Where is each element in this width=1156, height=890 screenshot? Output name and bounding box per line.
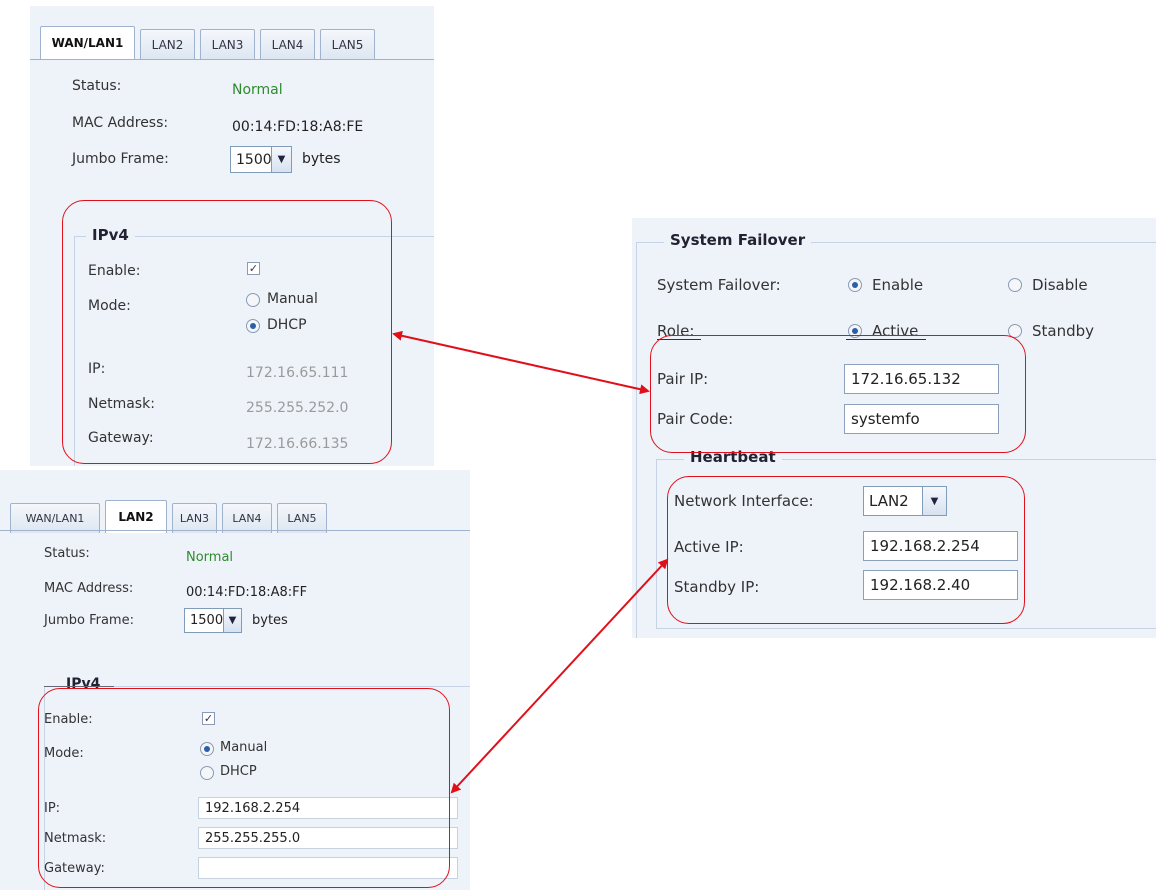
jumbo-frame-value: 1500 [230, 146, 272, 173]
heartbeat-fieldset-border [656, 459, 657, 629]
tab-divider [0, 530, 470, 531]
mac-address-value: 00:14:FD:18:A8:FE [232, 119, 364, 135]
mac-address-label: MAC Address: [72, 115, 169, 131]
tab-divider [30, 59, 434, 60]
tab-lan4[interactable]: LAN4 [222, 503, 272, 533]
failover-disable-label: Disable [1032, 276, 1088, 294]
chevron-down-icon[interactable]: ▼ [224, 608, 242, 633]
jumbo-frame-unit: bytes [302, 151, 341, 167]
status-value: Normal [186, 550, 234, 565]
tab-lan3[interactable]: LAN3 [172, 503, 217, 533]
jumbo-frame-unit: bytes [252, 613, 288, 628]
failover-enable-radio[interactable] [848, 278, 862, 292]
chevron-down-icon[interactable]: ▼ [272, 146, 292, 173]
tab-bar: WAN/LAN1 LAN2 LAN3 LAN4 LAN5 [40, 26, 380, 59]
ipv4-highlight-box [62, 200, 392, 464]
tab-lan2[interactable]: LAN2 [140, 29, 195, 59]
jumbo-frame-select[interactable]: 1500 ▼ [230, 146, 292, 173]
status-label: Status: [44, 546, 90, 561]
legend-strikethrough [44, 686, 114, 687]
tab-lan5[interactable]: LAN5 [277, 503, 327, 533]
jumbo-frame-label: Jumbo Frame: [44, 613, 134, 628]
jumbo-frame-value: 1500 [184, 608, 224, 633]
tab-lan5[interactable]: LAN5 [320, 29, 375, 59]
status-label: Status: [72, 78, 122, 94]
system-failover-label: System Failover: [657, 276, 781, 294]
heartbeat-fieldset-border [656, 628, 1156, 629]
status-value: Normal [232, 82, 283, 98]
pair-settings-highlight-box [650, 335, 1026, 453]
tab-wan-lan1[interactable]: WAN/LAN1 [10, 503, 100, 533]
jumbo-frame-label: Jumbo Frame: [72, 151, 169, 167]
tab-lan4[interactable]: LAN4 [260, 29, 315, 59]
role-standby-label: Standby [1032, 322, 1095, 340]
lan2-ipv4-highlight-box [38, 688, 450, 888]
system-failover-legend: System Failover [664, 231, 812, 249]
mac-address-label: MAC Address: [44, 581, 134, 596]
failover-enable-label: Enable [872, 276, 924, 294]
jumbo-frame-select[interactable]: 1500 ▼ [184, 608, 242, 633]
fieldset-border [636, 242, 637, 638]
tab-lan3[interactable]: LAN3 [200, 29, 255, 59]
heartbeat-highlight-box [667, 476, 1025, 624]
tab-wan-lan1[interactable]: WAN/LAN1 [40, 26, 135, 59]
tab-bar: WAN/LAN1 LAN2 LAN3 LAN4 LAN5 [10, 500, 332, 533]
failover-disable-radio[interactable] [1008, 278, 1022, 292]
tab-lan2[interactable]: LAN2 [105, 500, 167, 533]
mac-address-value: 00:14:FD:18:A8:FF [186, 585, 308, 600]
